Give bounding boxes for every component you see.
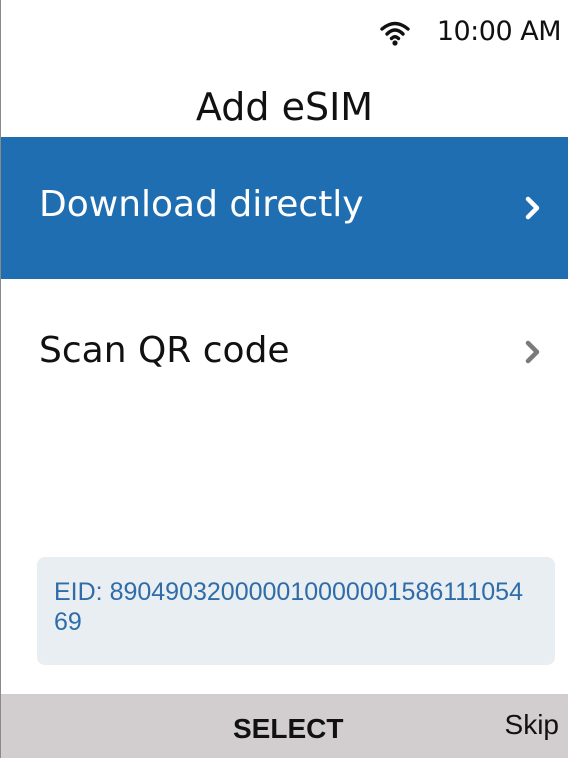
wifi-icon	[380, 21, 410, 46]
screen: 10:00 AM Add eSIM Download directly Scan…	[0, 0, 568, 758]
chevron-right-icon	[525, 196, 540, 220]
option-label: Download directly	[39, 184, 364, 225]
status-bar: 10:00 AM	[1, 0, 568, 60]
eid-text: EID: 89049032000001000000158611105469	[54, 578, 523, 636]
page-title: Add eSIM	[195, 85, 374, 129]
status-time: 10:00 AM	[436, 16, 562, 47]
skip-button[interactable]: Skip	[505, 708, 559, 742]
option-label: Scan QR code	[39, 330, 290, 371]
option-scan-qr-code[interactable]: Scan QR code	[1, 279, 568, 425]
option-download-directly[interactable]: Download directly	[1, 137, 568, 279]
select-button[interactable]: SELECT	[233, 712, 343, 746]
chevron-right-icon	[525, 340, 540, 364]
bottom-softkey-bar: SELECT Skip	[1, 694, 568, 758]
eid-panel: EID: 89049032000001000000158611105469	[37, 557, 555, 665]
